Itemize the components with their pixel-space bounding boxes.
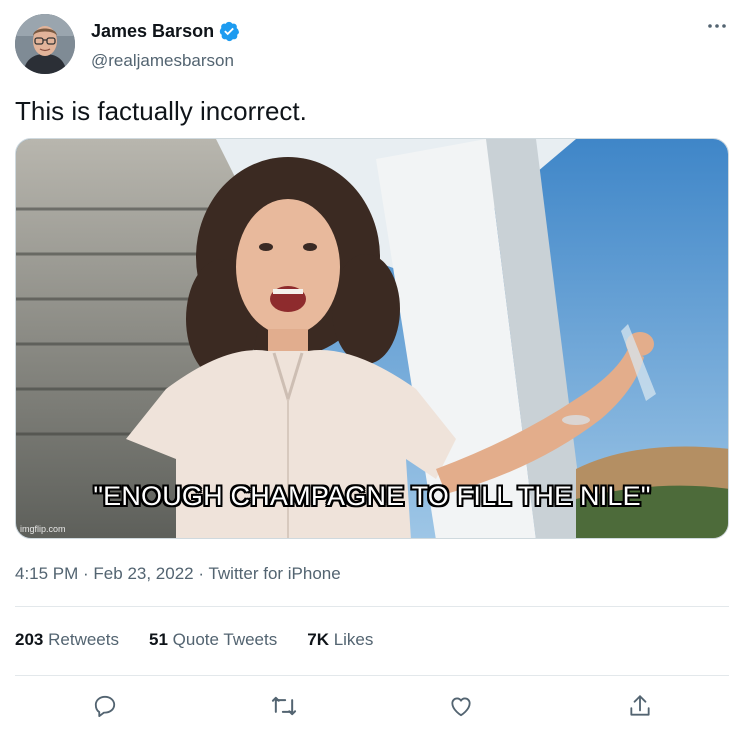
user-handle[interactable]: @realjamesbarson	[91, 51, 234, 71]
divider	[15, 606, 729, 607]
avatar[interactable]	[15, 14, 75, 74]
meme-image	[16, 139, 728, 538]
divider	[15, 675, 729, 676]
tweet-source[interactable]: Twitter for iPhone	[208, 564, 340, 583]
retweets-stat[interactable]: 203 Retweets	[15, 630, 119, 650]
heart-icon[interactable]	[443, 688, 479, 724]
meta-separator: ·	[78, 564, 94, 583]
quote-tweets-count: 51	[148, 630, 168, 649]
tweet-text: This is factually incorrect.	[15, 96, 307, 126]
verified-badge-icon	[218, 20, 240, 42]
more-dots-icon[interactable]	[705, 14, 729, 38]
likes-stat[interactable]: 7K Likes	[307, 630, 373, 650]
image-watermark: imgflip.com	[20, 524, 66, 534]
tweet: James Barson @realjamesbarson This is fa…	[0, 0, 745, 751]
share-icon[interactable]	[622, 688, 658, 724]
tweet-date[interactable]: Feb 23, 2022	[93, 564, 193, 583]
likes-count: 7K	[307, 630, 329, 649]
author-name-row[interactable]: James Barson	[91, 20, 240, 42]
meta-separator: ·	[193, 564, 209, 583]
action-bar	[15, 688, 729, 724]
retweets-label: Retweets	[48, 630, 119, 649]
tweet-meta: 4:15 PM · Feb 23, 2022 · Twitter for iPh…	[15, 564, 341, 584]
meme-caption: "ENOUGH CHAMPAGNE TO FILL THE NILE"	[93, 481, 651, 511]
reply-icon[interactable]	[87, 688, 123, 724]
retweet-icon[interactable]	[266, 688, 302, 724]
display-name[interactable]: James Barson	[91, 21, 214, 42]
likes-label: Likes	[333, 630, 374, 649]
quote-tweets-stat[interactable]: 51 Quote Tweets	[149, 630, 277, 650]
tweet-image[interactable]: "ENOUGH CHAMPAGNE TO FILL THE NILE" imgf…	[15, 138, 729, 539]
retweets-count: 203	[15, 630, 44, 649]
tweet-stats: 203 Retweets 51 Quote Tweets 7K Likes	[15, 630, 403, 650]
quote-tweets-label: Quote Tweets	[172, 630, 278, 649]
tweet-time[interactable]: 4:15 PM	[15, 564, 78, 583]
